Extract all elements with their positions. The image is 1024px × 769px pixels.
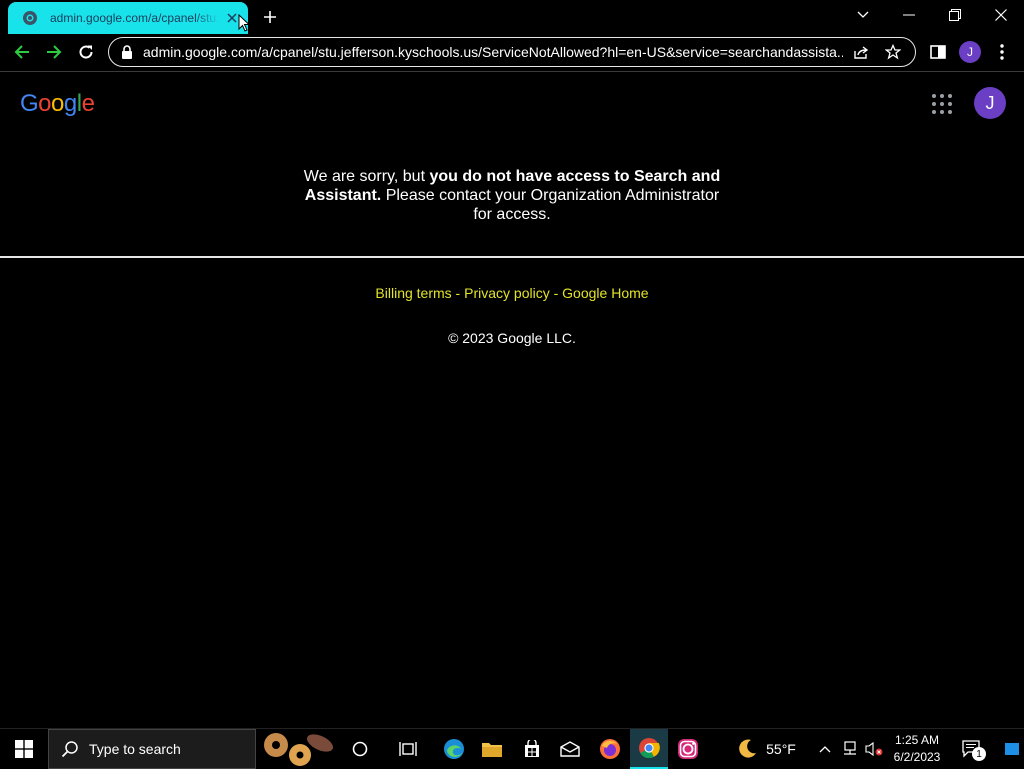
- divider: [0, 256, 1024, 258]
- cortana-icon[interactable]: [344, 729, 376, 769]
- logo-letter: o: [51, 90, 64, 117]
- tab-strip: admin.google.com/a/cpanel/stu.jefferson.…: [0, 0, 1024, 34]
- profile-button[interactable]: J: [958, 38, 982, 66]
- message-text-end: Please contact your Organization Adminis…: [381, 187, 720, 223]
- link-separator: -: [549, 285, 563, 301]
- network-icon[interactable]: [838, 729, 862, 769]
- task-view-icon[interactable]: [390, 729, 426, 769]
- reload-button[interactable]: [72, 38, 100, 66]
- link-separator: -: [451, 285, 465, 301]
- kebab-menu-icon[interactable]: [992, 38, 1012, 66]
- close-window-button[interactable]: [978, 0, 1024, 30]
- profile-avatar: J: [959, 41, 981, 63]
- globe-icon: [22, 10, 38, 26]
- instagram-icon[interactable]: [670, 729, 706, 769]
- windows-logo-icon: [15, 740, 33, 758]
- clock[interactable]: 1:25 AM 6/2/2023: [888, 729, 946, 769]
- mouse-cursor-icon: [238, 14, 250, 32]
- file-explorer-icon[interactable]: [474, 729, 510, 769]
- notification-badge: 1: [972, 747, 986, 761]
- address-bar[interactable]: admin.google.com/a/cpanel/stu.jefferson.…: [108, 37, 916, 67]
- google-logo[interactable]: Google: [20, 90, 95, 118]
- browser-tab[interactable]: admin.google.com/a/cpanel/stu.jefferson.…: [8, 2, 248, 34]
- weather-widget[interactable]: 55°F: [726, 729, 806, 769]
- billing-terms-link[interactable]: Billing terms: [375, 285, 451, 301]
- logo-letter: e: [81, 90, 95, 117]
- tab-search-button[interactable]: [840, 0, 886, 30]
- share-icon[interactable]: [847, 40, 875, 64]
- forward-button[interactable]: [40, 38, 68, 66]
- microsoft-store-icon[interactable]: [514, 729, 550, 769]
- logo-letter: G: [20, 90, 39, 117]
- logo-letter: o: [38, 90, 52, 117]
- search-placeholder: Type to search: [89, 741, 181, 757]
- start-button[interactable]: [0, 729, 48, 769]
- copyright-text: © 2023 Google LLC.: [448, 330, 576, 346]
- weather-temp: 55°F: [766, 741, 796, 757]
- edge-browser-icon[interactable]: [436, 729, 472, 769]
- chrome-icon[interactable]: [630, 729, 668, 769]
- footer-links: Billing terms - Privacy policy - Google …: [0, 285, 1024, 301]
- clock-date: 6/2/2023: [893, 750, 941, 764]
- show-desktop-button[interactable]: [1000, 729, 1024, 769]
- bookmark-star-icon[interactable]: [879, 40, 907, 64]
- new-tab-button[interactable]: [258, 6, 282, 28]
- minimize-button[interactable]: [886, 0, 932, 30]
- privacy-policy-link[interactable]: Privacy policy: [464, 285, 550, 301]
- account-avatar[interactable]: J: [974, 87, 1006, 119]
- firefox-icon[interactable]: [592, 729, 628, 769]
- logo-letter: g: [63, 90, 77, 117]
- side-panel-icon[interactable]: [926, 38, 950, 66]
- tab-title: admin.google.com/a/cpanel/stu.jefferson.…: [50, 11, 220, 25]
- clock-time: 1:25 AM: [894, 733, 940, 747]
- moon-icon: [739, 739, 757, 758]
- message-text: We are sorry, but: [303, 168, 430, 185]
- volume-muted-icon[interactable]: [862, 729, 886, 769]
- chevron-up-icon[interactable]: [814, 729, 836, 769]
- back-button[interactable]: [8, 38, 36, 66]
- google-home-link[interactable]: Google Home: [562, 285, 648, 301]
- action-center-icon[interactable]: 1: [952, 729, 992, 769]
- mail-icon[interactable]: [552, 729, 588, 769]
- desktop-icon: [1005, 743, 1019, 755]
- lock-icon[interactable]: [121, 45, 133, 59]
- url-text[interactable]: admin.google.com/a/cpanel/stu.jefferson.…: [143, 44, 843, 60]
- access-denied-message: We are sorry, but you do not have access…: [300, 167, 724, 224]
- taskbar-search-box[interactable]: Type to search: [48, 729, 256, 769]
- search-icon: [61, 741, 78, 758]
- google-apps-icon[interactable]: [930, 92, 954, 116]
- restore-button[interactable]: [932, 0, 978, 30]
- windows-taskbar: Type to search 55°F 1:25 AM 6/2/2023 1: [0, 728, 1024, 769]
- browser-toolbar: admin.google.com/a/cpanel/stu.jefferson.…: [0, 34, 1024, 72]
- page-content: Google J We are sorry, but you do not ha…: [0, 72, 1024, 727]
- search-highlight-donuts-icon[interactable]: [258, 729, 336, 769]
